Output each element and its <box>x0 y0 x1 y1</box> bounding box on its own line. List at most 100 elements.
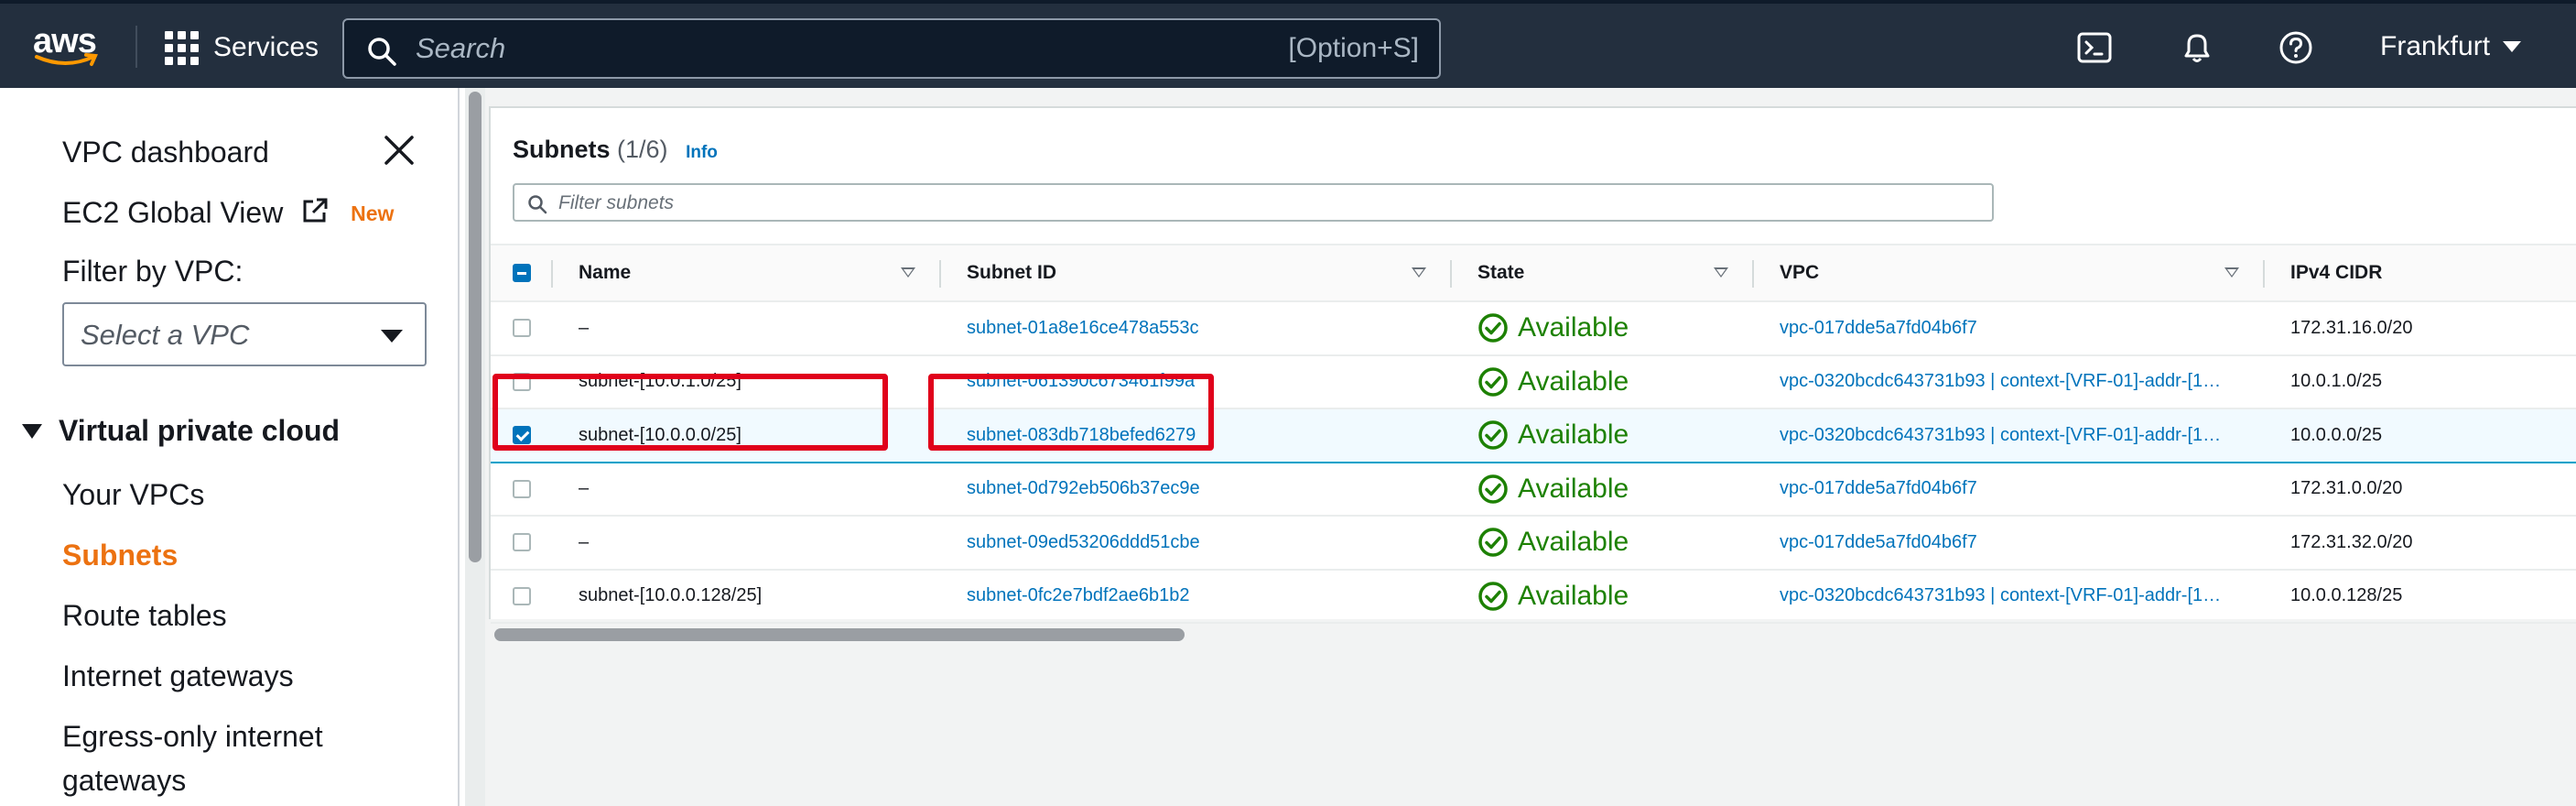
sidebar-item-route-tables[interactable]: Route tables <box>62 599 227 633</box>
vpc-link[interactable]: vpc-0320bcdc643731b93 | context-[VRF-01]… <box>1754 585 2265 606</box>
search-input[interactable] <box>416 27 1239 70</box>
sidebar-item-ec2-global-view[interactable]: EC2 Global View New <box>62 196 394 230</box>
vpc-cell: vpc-017dde5a7fd04b6f7 <box>1754 462 2265 517</box>
vpc-link[interactable]: vpc-0320bcdc643731b93 | context-[VRF-01]… <box>1754 425 2265 446</box>
subnet-id-link[interactable]: subnet-061390c673461f99a <box>941 371 1452 392</box>
ipv4-cidr: 10.0.1.0/25 <box>2290 371 2383 392</box>
region-selector[interactable]: Frankfurt <box>2380 31 2522 62</box>
search-shortcut-hint: [Option+S] <box>1288 33 1419 63</box>
ipv4-cidr: 10.0.0.128/25 <box>2290 585 2403 606</box>
table-row[interactable]: – subnet-09ed53206ddd51cbe Available vpc-01… <box>491 516 2576 571</box>
grid-icon <box>165 30 199 65</box>
services-menu-button[interactable]: Services <box>165 27 319 68</box>
ipv4-cidr: 172.31.32.0/20 <box>2290 531 2413 552</box>
row-checkbox[interactable] <box>513 533 531 552</box>
column-header-subnet-id[interactable]: Subnet ID <box>941 244 1452 302</box>
cidr-cell: 10.0.0.128/25 <box>2265 569 2576 624</box>
sidebar-item-internet-gateways[interactable]: Internet gateways <box>62 659 294 693</box>
state-label: Available <box>1518 365 1629 397</box>
aws-logo[interactable]: aws <box>33 22 103 73</box>
filter-subnets-box[interactable] <box>513 183 1994 222</box>
select-all-checkbox[interactable] <box>513 264 531 283</box>
help-icon[interactable] <box>2278 29 2314 66</box>
table-row[interactable]: subnet-[10.0.0.0/25] subnet-083db718befed… <box>491 408 2576 463</box>
expand-caret-icon <box>22 423 42 439</box>
state-indicator: Available <box>1452 581 1754 612</box>
vpc-select-dropdown[interactable]: Select a VPC <box>62 302 427 366</box>
row-checkbox[interactable] <box>513 372 531 391</box>
section-virtual-private-cloud[interactable]: Virtual private cloud <box>22 414 340 448</box>
row-checkbox[interactable] <box>513 426 531 445</box>
info-link[interactable]: Info <box>686 143 718 162</box>
subnet-id-link[interactable]: subnet-0fc2e7bdf2ae6b1b2 <box>941 585 1452 606</box>
global-search[interactable]: [Option+S] <box>342 18 1441 79</box>
subnets-table: Name Subnet ID State VPC IPv4 CIDR – subn… <box>491 244 2576 624</box>
state-cell: Available <box>1452 569 1754 624</box>
column-label: VPC <box>1780 262 1820 283</box>
vpc-link[interactable]: vpc-017dde5a7fd04b6f7 <box>1754 318 2265 339</box>
sidebar-scrollbar-thumb[interactable] <box>469 92 482 562</box>
sort-icon[interactable] <box>901 267 915 278</box>
table-row[interactable]: subnet-[10.0.0.128/25] subnet-0fc2e7bdf2a… <box>491 569 2576 624</box>
sidebar-item-label: EC2 Global View <box>62 196 284 229</box>
search-icon <box>528 195 547 214</box>
ipv4-cidr: 172.31.16.0/20 <box>2290 317 2413 338</box>
subnet-id-cell: subnet-09ed53206ddd51cbe <box>941 516 1452 571</box>
vpc-link[interactable]: vpc-017dde5a7fd04b6f7 <box>1754 478 2265 499</box>
column-header-state[interactable]: State <box>1452 244 1754 302</box>
state-indicator: Available <box>1452 366 1754 398</box>
table-row[interactable]: – subnet-01a8e16ce478a553c Available vpc-01… <box>491 301 2576 356</box>
sort-icon[interactable] <box>1714 267 1728 278</box>
sort-icon[interactable] <box>2224 267 2239 278</box>
top-navigation: aws Services [Option+S] Frankfurt <box>0 0 2576 88</box>
table-row[interactable]: – subnet-0d792eb506b37ec9e Available vpc-01… <box>491 462 2576 517</box>
subnet-name: subnet-[10.0.0.128/25] <box>579 585 763 606</box>
table-row[interactable]: subnet-[10.0.1.0/25] subnet-061390c673461… <box>491 354 2576 409</box>
subnet-id-link[interactable]: subnet-09ed53206ddd51cbe <box>941 532 1452 553</box>
state-cell: Available <box>1452 354 1754 409</box>
section-title: Virtual private cloud <box>59 414 341 447</box>
vpc-cell: vpc-0320bcdc643731b93 | context-[VRF-01]… <box>1754 354 2265 409</box>
filter-subnets-input[interactable] <box>558 189 1932 218</box>
check-circle-icon <box>1478 367 1508 397</box>
subnet-name: subnet-[10.0.0.0/25] <box>579 424 741 445</box>
column-header-name[interactable]: Name <box>553 244 941 302</box>
sort-icon[interactable] <box>1412 267 1426 278</box>
smile-arrow-icon <box>35 53 98 66</box>
subnet-id-link[interactable]: subnet-0d792eb506b37ec9e <box>941 478 1452 499</box>
row-select-cell <box>491 462 553 517</box>
bell-icon[interactable] <box>2179 29 2215 66</box>
filter-by-vpc-label: Filter by VPC: <box>62 255 244 288</box>
sidebar-item-vpc-dashboard[interactable]: VPC dashboard <box>62 136 269 169</box>
close-icon[interactable] <box>383 134 416 167</box>
subnet-name: – <box>579 317 590 338</box>
vpc-link[interactable]: vpc-0320bcdc643731b93 | context-[VRF-01]… <box>1754 371 2265 392</box>
row-select-cell <box>491 516 553 571</box>
page-title: Subnets (1/6) Info <box>513 136 718 164</box>
sidebar-item-your-vpcs[interactable]: Your VPCs <box>62 478 204 512</box>
row-checkbox[interactable] <box>513 586 531 605</box>
ipv4-cidr: 10.0.0.0/25 <box>2290 424 2383 445</box>
sidebar-item-subnets[interactable]: Subnets <box>62 539 178 572</box>
vpc-cell: vpc-017dde5a7fd04b6f7 <box>1754 516 2265 571</box>
nav-divider <box>135 26 137 68</box>
row-checkbox[interactable] <box>513 479 531 498</box>
state-cell: Available <box>1452 516 1754 571</box>
column-header-ipv4-cidr[interactable]: IPv4 CIDR <box>2265 244 2576 302</box>
state-indicator: Available <box>1452 474 1754 505</box>
cidr-cell: 10.0.0.0/25 <box>2265 408 2576 463</box>
column-header-vpc[interactable]: VPC <box>1754 244 2265 302</box>
vpc-link[interactable]: vpc-017dde5a7fd04b6f7 <box>1754 532 2265 553</box>
cloudshell-icon[interactable] <box>2076 29 2113 66</box>
table-header-row: Name Subnet ID State VPC IPv4 CIDR <box>491 244 2576 302</box>
sidebar-item-egress-only-internet-gateways[interactable]: Egress-only internet <box>62 720 323 754</box>
select-all-header <box>491 244 553 302</box>
check-circle-icon <box>1478 420 1508 450</box>
subnet-id-link[interactable]: subnet-083db718befed6279 <box>941 425 1452 446</box>
sidebar-item-egress-only-internet-gateways-line2[interactable]: gateways <box>62 764 186 798</box>
cidr-cell: 172.31.32.0/20 <box>2265 516 2576 571</box>
subnet-id-link[interactable]: subnet-01a8e16ce478a553c <box>941 318 1452 339</box>
table-scrollbar-thumb[interactable] <box>494 628 1185 641</box>
caret-down-icon <box>2503 41 2522 52</box>
row-checkbox[interactable] <box>513 319 531 338</box>
